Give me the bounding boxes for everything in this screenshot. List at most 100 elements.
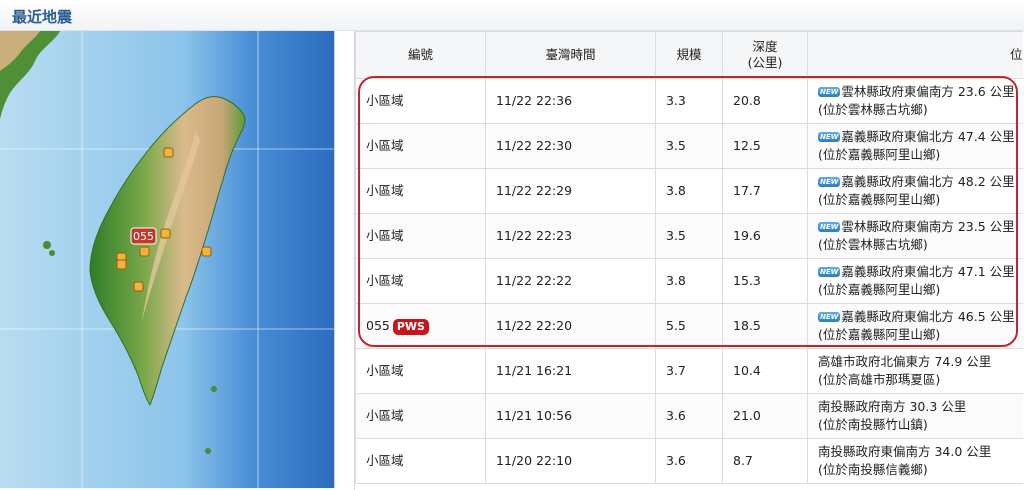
new-badge: NEW [818,312,841,322]
quake-magnitude: 3.8 [655,168,723,214]
earthquake-table-container[interactable]: 編號 臺灣時間 規模 深度 (公里) 位置 小區域11/22 22:363.32… [354,31,1023,490]
quake-location-line2: (位於南投縣竹山鎮) [818,417,928,432]
quake-id[interactable]: 小區域 [366,183,404,198]
earthquake-table: 編號 臺灣時間 規模 深度 (公里) 位置 小區域11/22 22:363.32… [355,31,1023,484]
quake-marker-small[interactable] [139,246,150,257]
section-header: 最近地震 [0,0,1024,31]
quake-id[interactable]: 小區域 [366,453,404,468]
quake-location-line1: 南投縣政府東偏南方 34.0 公里 [818,444,992,459]
quake-location-line2: (位於南投縣信義鄉) [818,462,928,477]
quake-location-line1: 南投縣政府南方 30.3 公里 [818,399,967,414]
new-badge: NEW [818,222,841,232]
quake-depth: 15.3 [722,258,808,304]
quake-location: NEW 嘉義縣政府東偏北方 47.1 公里 (位於嘉義縣阿里山鄉) [807,258,1023,304]
quake-magnitude: 3.6 [655,393,723,439]
quake-id-cell[interactable]: 小區域 [355,168,486,214]
column-header-magnitude: 規模 [655,31,723,79]
column-header-location: 位置 [807,31,1023,79]
quake-time: 11/22 22:20 [485,303,656,349]
quake-marker-small[interactable] [201,246,212,257]
depth-header-unit: (公里) [747,55,783,70]
new-badge: NEW [818,177,841,187]
quake-id[interactable]: 小區域 [366,93,404,108]
orchid-island [205,448,211,454]
earthquake-table-body: 小區域 11/22 22:36 3.3 20.8 NEW 雲林縣政府東偏南方 23.6 公… [355,78,1023,484]
quake-location: 南投縣政府南方 30.3 公里 (位於南投縣竹山鎮) [807,393,1023,439]
quake-location-line2: (位於嘉義縣阿里山鄉) [818,192,941,207]
table-row[interactable]: 055 PWS 11/22 22:20 5.5 18.5 NEW 嘉義縣政府東偏北方 46.… [355,303,1023,349]
green-island [211,386,217,392]
quake-magnitude: 3.8 [655,258,723,304]
column-header-depth: 深度 (公里) [722,31,808,79]
table-header-row: 編號 臺灣時間 規模 深度 (公里) 位置 [355,31,1023,79]
quake-id[interactable]: 小區域 [366,228,404,243]
table-row[interactable]: 小區域 11/22 22:22 3.8 15.3 NEW 嘉義縣政府東偏北方 47.1 公… [355,258,1023,304]
quake-id-cell[interactable]: 小區域 [355,258,486,304]
quake-location-line1: 嘉義縣政府東偏北方 47.4 公里 [841,129,1015,144]
quake-marker-small[interactable] [133,281,144,292]
quake-id-cell[interactable]: 小區域 [355,123,486,169]
quake-depth: 10.4 [722,348,808,394]
quake-depth: 19.6 [722,213,808,259]
quake-id[interactable]: 小區域 [366,138,404,153]
section-title: 最近地震 [12,8,73,26]
quake-marker-small[interactable] [163,147,174,158]
quake-depth: 21.0 [722,393,808,439]
quake-location-line2: (位於嘉義縣阿里山鄉) [818,282,941,297]
quake-location: NEW 雲林縣政府東偏南方 23.5 公里 (位於雲林縣古坑鄉) [807,213,1023,259]
map-svg: 055 [0,31,334,488]
quake-marker-label: 055 [133,230,154,243]
quake-id-cell[interactable]: 小區域 [355,438,486,484]
quake-location-line2: (位於雲林縣古坑鄉) [818,237,928,252]
table-row[interactable]: 小區域 11/22 22:23 3.5 19.6 NEW 雲林縣政府東偏南方 23.5 公… [355,213,1023,259]
quake-depth: 12.5 [722,123,808,169]
quake-id-cell[interactable]: 055 PWS [355,303,486,349]
table-row[interactable]: 小區域 11/21 10:56 3.6 21.0 南投縣政府南方 30.3 公里 (位於南… [355,393,1023,439]
quake-location: NEW 嘉義縣政府東偏北方 47.4 公里 (位於嘉義縣阿里山鄉) [807,123,1023,169]
quake-time: 11/21 16:21 [485,348,656,394]
depth-header-label: 深度 [752,39,778,54]
quake-marker-small[interactable] [160,228,171,239]
penghu-island-2 [49,250,55,256]
quake-time: 11/22 22:36 [485,78,656,124]
quake-time: 11/20 22:10 [485,438,656,484]
quake-depth: 8.7 [722,438,808,484]
quake-location-line1: 嘉義縣政府東偏北方 48.2 公里 [841,174,1015,189]
table-row[interactable]: 小區域 11/20 22:10 3.6 8.7 南投縣政府東偏南方 34.0 公里 (位於… [355,438,1023,484]
quake-id-cell[interactable]: 小區域 [355,213,486,259]
quake-marker-055[interactable]: 055 [130,227,157,245]
quake-location-line2: (位於嘉義縣阿里山鄉) [818,147,941,162]
quake-id[interactable]: 小區域 [366,273,404,288]
quake-location: 高雄市政府北偏東方 74.9 公里 (位於高雄市那瑪夏區) [807,348,1023,394]
quake-location-line1: 嘉義縣政府東偏北方 47.1 公里 [841,264,1015,279]
quake-id-cell[interactable]: 小區域 [355,348,486,394]
quake-time: 11/21 10:56 [485,393,656,439]
quake-id-cell[interactable]: 小區域 [355,78,486,124]
quake-location-line2: (位於雲林縣古坑鄉) [818,102,928,117]
quake-marker-small[interactable] [116,259,127,270]
quake-id-cell[interactable]: 小區域 [355,393,486,439]
table-row[interactable]: 小區域 11/22 22:30 3.5 12.5 NEW 嘉義縣政府東偏北方 47.4 公… [355,123,1023,169]
earthquake-map[interactable]: 055 [0,31,335,488]
quake-magnitude: 3.5 [655,213,723,259]
quake-location-line1: 雲林縣政府東偏南方 23.5 公里 [841,219,1015,234]
table-row[interactable]: 小區域 11/21 16:21 3.7 10.4 高雄市政府北偏東方 74.9 公里 (位… [355,348,1023,394]
quake-magnitude: 3.7 [655,348,723,394]
quake-magnitude: 3.6 [655,438,723,484]
quake-depth: 18.5 [722,303,808,349]
quake-location: 南投縣政府東偏南方 34.0 公里 (位於南投縣信義鄉) [807,438,1023,484]
quake-magnitude: 5.5 [655,303,723,349]
quake-id[interactable]: 055 [366,318,390,333]
column-header-id: 編號 [355,31,486,79]
quake-id[interactable]: 小區域 [366,363,404,378]
new-badge: NEW [818,267,841,277]
quake-id[interactable]: 小區域 [366,408,404,423]
quake-location-line2: (位於高雄市那瑪夏區) [818,372,941,387]
table-row[interactable]: 小區域 11/22 22:29 3.8 17.7 NEW 嘉義縣政府東偏北方 48.2 公… [355,168,1023,214]
quake-location-line1: 高雄市政府北偏東方 74.9 公里 [818,354,992,369]
quake-time: 11/22 22:30 [485,123,656,169]
table-row[interactable]: 小區域 11/22 22:36 3.3 20.8 NEW 雲林縣政府東偏南方 23.6 公… [355,78,1023,124]
penghu-island [43,241,51,249]
pws-badge[interactable]: PWS [392,319,429,335]
new-badge: NEW [818,132,841,142]
